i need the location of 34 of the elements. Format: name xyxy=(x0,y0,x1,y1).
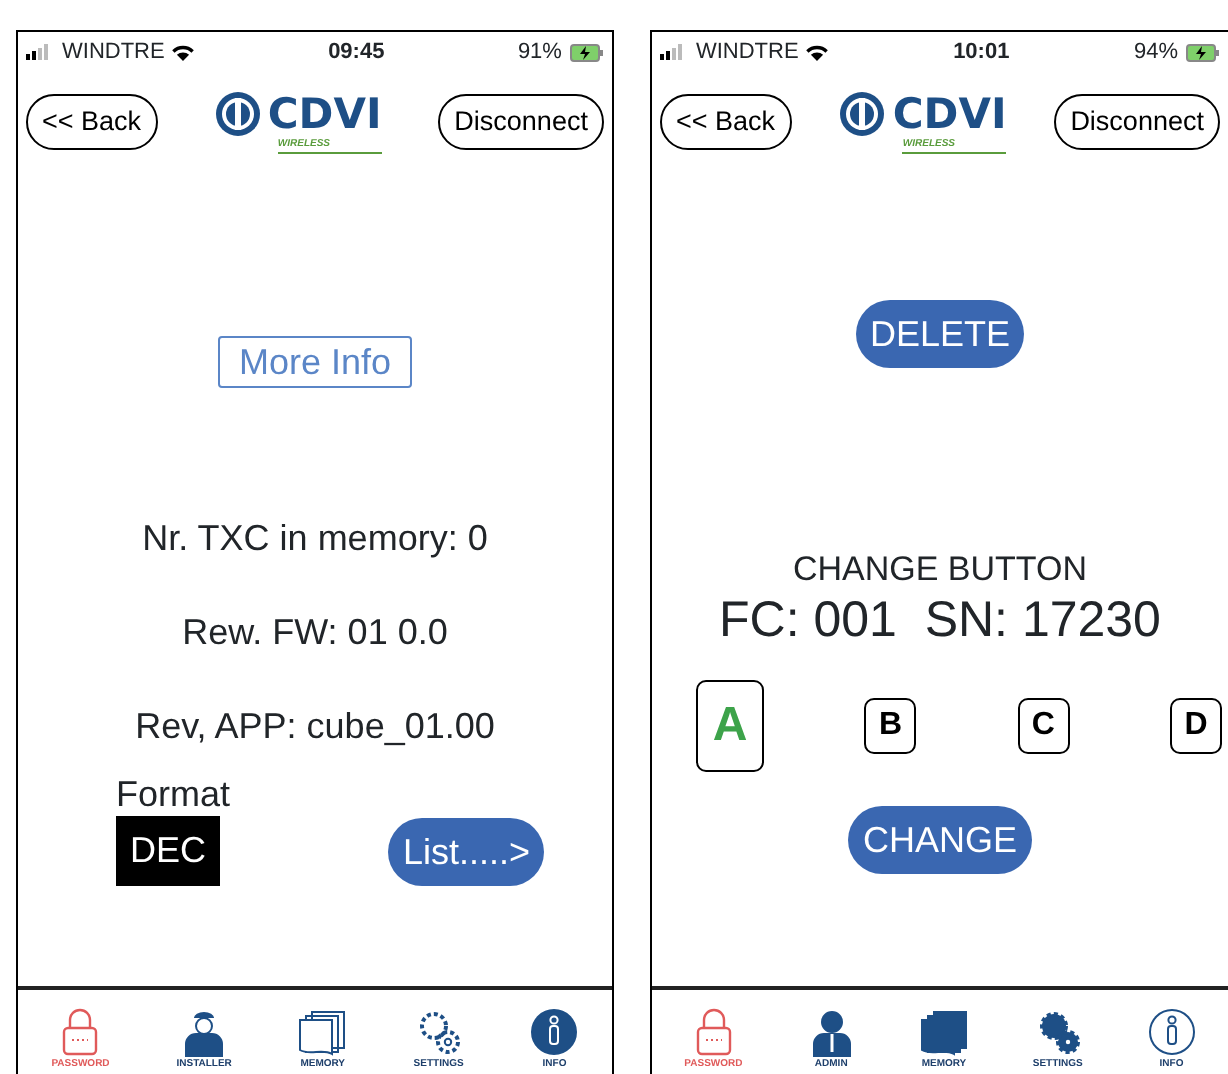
wifi-icon xyxy=(172,43,195,61)
signal-icon xyxy=(659,44,688,60)
clock-time: 10:01 xyxy=(953,37,1010,68)
disconnect-button[interactable]: Disconnect xyxy=(1054,94,1220,150)
wifi-icon xyxy=(806,43,829,61)
logo-text: CDVI xyxy=(892,94,1007,134)
carrier-name: WINDTRE xyxy=(62,37,165,68)
logo-emblem-icon xyxy=(213,90,262,138)
logo-emblem-icon xyxy=(838,90,887,138)
format-value-button[interactable]: DEC xyxy=(116,816,221,886)
back-button[interactable]: << Back xyxy=(26,94,158,150)
info-text: Rev, APP: cube_01.00 xyxy=(135,704,495,748)
battery-percent: 94% xyxy=(1133,37,1178,68)
change-title: CHANGE BUTTON xyxy=(792,548,1088,592)
key-button[interactable]: C xyxy=(1017,698,1070,754)
code-text: FC: 001 SN: 17230 xyxy=(719,592,1161,648)
clock-time: 09:45 xyxy=(328,37,385,68)
delete-button[interactable]: DELETE xyxy=(855,300,1024,368)
logo-text: CDVI xyxy=(267,94,382,134)
signal-icon xyxy=(26,44,54,60)
battery-percent: 91% xyxy=(517,37,562,68)
list-button[interactable]: List.....> xyxy=(388,818,544,886)
carrier-name: WINDTRE xyxy=(695,37,799,68)
disconnect-button[interactable]: Disconnect xyxy=(438,94,604,150)
key-button[interactable]: B xyxy=(864,698,917,754)
back-button[interactable]: << Back xyxy=(659,94,792,150)
battery-charging-icon xyxy=(569,43,604,61)
info-text: Nr. TXC in memory: 0 xyxy=(142,516,488,560)
format-label: Format xyxy=(116,772,231,816)
info-text: Rew. FW: 01 0.0 xyxy=(182,610,448,654)
change-button[interactable]: CHANGE xyxy=(848,806,1031,874)
more-info-button[interactable]: More Info xyxy=(218,336,412,388)
key-button[interactable]: D xyxy=(1169,698,1222,754)
battery-charging-icon xyxy=(1185,43,1220,61)
